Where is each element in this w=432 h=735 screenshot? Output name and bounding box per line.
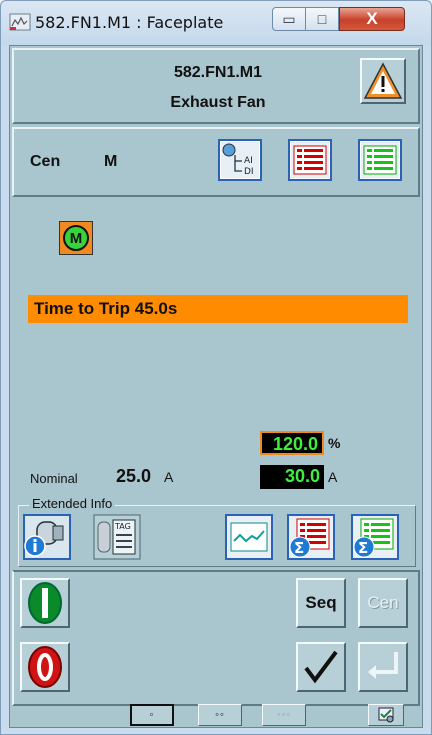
info-icon [23, 514, 71, 560]
start-icon [28, 582, 62, 624]
minimize-icon: ▭ [282, 10, 296, 27]
seq-label: Seq [305, 593, 337, 612]
maximize-icon: □ [317, 11, 327, 27]
seq-button[interactable]: Seq [296, 578, 346, 628]
green-list-button[interactable] [358, 139, 402, 181]
faceplate-client: 582.FN1.M1 Exhaust Fan Cen M AI DI M Tim… [9, 45, 423, 728]
checkmark-icon [304, 650, 338, 684]
enter-arrow-icon [368, 652, 398, 679]
minimize-button[interactable]: ▭ [272, 7, 306, 31]
cen-label: Cen [367, 593, 399, 612]
sum-green-list-icon: Σ [351, 514, 399, 560]
main-panel: M Time to Trip 45.0s 120.0 % Nominal 25.… [12, 199, 420, 569]
mode-panel: Cen M AI DI [12, 127, 420, 197]
close-button[interactable]: X [339, 7, 405, 31]
time-to-trip-alarm: Time to Trip 45.0s [28, 295, 408, 323]
view-3-button[interactable]: ◦◦◦ [262, 704, 306, 726]
tag-icon: TAG [93, 514, 141, 560]
svg-text:Σ: Σ [358, 539, 368, 557]
enter-button-disabled[interactable] [358, 642, 408, 692]
check-settings-icon [378, 707, 394, 723]
tag-text: TAG [114, 522, 131, 531]
app-icon [9, 13, 31, 31]
command-panel: Seq Cen [12, 570, 420, 706]
load-value: 120.0 [260, 431, 324, 455]
red-list-icon [293, 145, 327, 175]
view-1-button[interactable]: ◦ [130, 704, 174, 726]
extended-info-group: Extended Info TAG Σ Σ [18, 496, 416, 567]
ai-di-button[interactable]: AI DI [218, 139, 262, 181]
settings-button[interactable] [368, 704, 404, 726]
sum-green-list-button[interactable]: Σ [351, 514, 399, 560]
view-1-icon: ◦ [149, 709, 155, 721]
nominal-label: Nominal [30, 471, 78, 486]
acknowledge-button[interactable] [296, 642, 346, 692]
current-unit: A [328, 469, 338, 485]
warning-triangle-icon [363, 62, 403, 99]
footer-panel: ◦ ◦◦ ◦◦◦ [12, 704, 420, 726]
tag-info-button[interactable]: TAG [93, 514, 141, 560]
window-title: 582.FN1.M1 : Faceplate [35, 13, 224, 32]
faceplate-window: 582.FN1.M1 : Faceplate ▭ □ X 582.FN1.M1 … [0, 0, 432, 735]
stop-button[interactable] [20, 642, 70, 692]
sum-red-list-button[interactable]: Σ [287, 514, 335, 560]
maximize-button[interactable]: □ [305, 7, 339, 31]
current-value: 30.0 [260, 465, 324, 489]
view-3-icon: ◦◦◦ [276, 709, 292, 721]
motor-status-block[interactable]: M [59, 221, 93, 255]
cen-button-disabled[interactable]: Cen [358, 578, 408, 628]
red-list-button[interactable] [288, 139, 332, 181]
green-list-icon [363, 145, 397, 175]
operation-mode-label: M [104, 153, 118, 170]
control-mode-label: Cen [30, 153, 61, 170]
nominal-unit: A [164, 469, 174, 485]
ai-label: AI [244, 156, 253, 166]
ai-di-icon: AI DI [222, 143, 254, 177]
view-2-button[interactable]: ◦◦ [198, 704, 242, 726]
stop-icon [28, 646, 62, 688]
info-button[interactable] [23, 514, 71, 560]
trend-icon [225, 514, 273, 560]
alarm-warning-button[interactable] [360, 58, 406, 104]
motor-symbol: M [63, 225, 89, 251]
trend-button[interactable] [225, 514, 273, 560]
close-icon: X [366, 9, 378, 28]
start-button[interactable] [20, 578, 70, 628]
header-panel: 582.FN1.M1 Exhaust Fan [12, 48, 420, 124]
extended-info-legend: Extended Info [29, 496, 116, 511]
title-bar[interactable]: 582.FN1.M1 : Faceplate ▭ □ X [1, 1, 431, 45]
view-2-icon: ◦◦ [215, 709, 225, 721]
load-unit: % [328, 435, 341, 451]
sum-red-list-icon: Σ [287, 514, 335, 560]
svg-text:Σ: Σ [294, 539, 304, 557]
di-label: DI [244, 167, 254, 177]
nominal-value: 25.0 [116, 466, 152, 486]
